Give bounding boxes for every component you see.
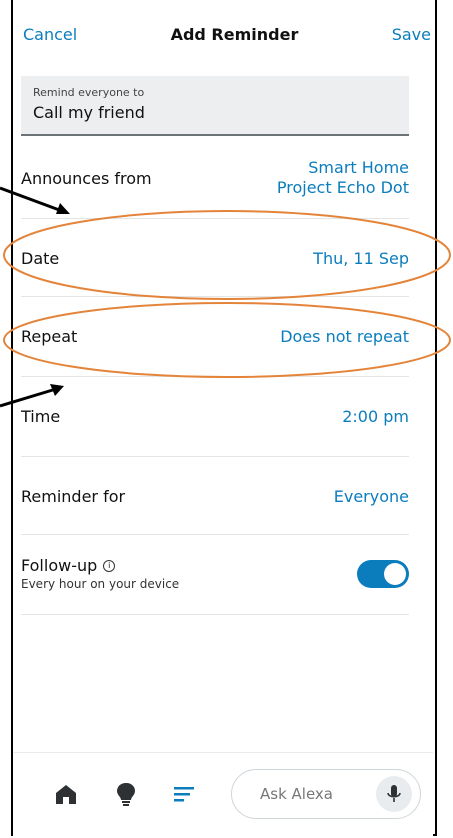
divider — [21, 534, 409, 535]
announces-device-group: Smart Home — [308, 158, 409, 177]
followup-subtitle: Every hour on your device — [21, 577, 180, 591]
announces-device-name: Project Echo Dot — [276, 178, 409, 197]
announces-from-value[interactable]: Smart Home Project Echo Dot — [277, 158, 409, 198]
divider — [21, 614, 409, 615]
save-button[interactable]: Save — [392, 25, 431, 44]
reminder-for-label: Reminder for — [21, 486, 126, 506]
divider — [21, 376, 409, 377]
ask-alexa-placeholder: Ask Alexa — [260, 785, 333, 803]
remind-field-label: Remind everyone to — [33, 86, 145, 99]
time-value[interactable]: 2:00 pm — [342, 407, 409, 426]
mic-icon[interactable] — [376, 776, 412, 812]
list-icon[interactable] — [171, 781, 197, 807]
announces-from-row[interactable]: Announces from Smart Home Project Echo D… — [21, 156, 409, 200]
date-value[interactable]: Thu, 11 Sep — [313, 249, 409, 268]
home-icon[interactable] — [53, 781, 79, 807]
time-row[interactable]: Time 2:00 pm — [21, 402, 409, 430]
reminder-for-value[interactable]: Everyone — [334, 487, 409, 506]
announces-from-label: Announces from — [21, 168, 152, 188]
followup-toggle[interactable] — [357, 560, 409, 588]
cancel-button[interactable]: Cancel — [23, 25, 77, 44]
reminder-for-row[interactable]: Reminder for Everyone — [21, 482, 409, 510]
divider — [21, 218, 409, 219]
followup-text: Follow-up i Every hour on your device — [21, 556, 179, 591]
toggle-knob — [384, 563, 406, 585]
info-icon[interactable]: i — [103, 560, 116, 572]
divider — [21, 296, 409, 297]
date-label: Date — [21, 248, 60, 268]
ask-alexa-input[interactable]: Ask Alexa — [231, 769, 421, 819]
time-label: Time — [21, 406, 61, 426]
repeat-label: Repeat — [21, 326, 78, 346]
bulb-icon[interactable] — [113, 781, 139, 807]
page-title: Add Reminder — [170, 24, 299, 44]
date-row[interactable]: Date Thu, 11 Sep — [21, 244, 409, 272]
header: Cancel Add Reminder Save — [23, 22, 453, 46]
remind-input-field[interactable]: Remind everyone to Call my friend — [21, 76, 409, 136]
followup-row: Follow-up i Every hour on your device — [21, 556, 409, 596]
divider — [21, 456, 409, 457]
repeat-row[interactable]: Repeat Does not repeat — [21, 322, 409, 350]
bottom-nav-bar: Ask Alexa — [13, 752, 433, 837]
followup-title: Follow-up — [21, 556, 98, 575]
repeat-value[interactable]: Does not repeat — [280, 327, 409, 346]
remind-field-value[interactable]: Call my friend — [33, 103, 397, 122]
followup-title-line: Follow-up i — [21, 556, 179, 575]
